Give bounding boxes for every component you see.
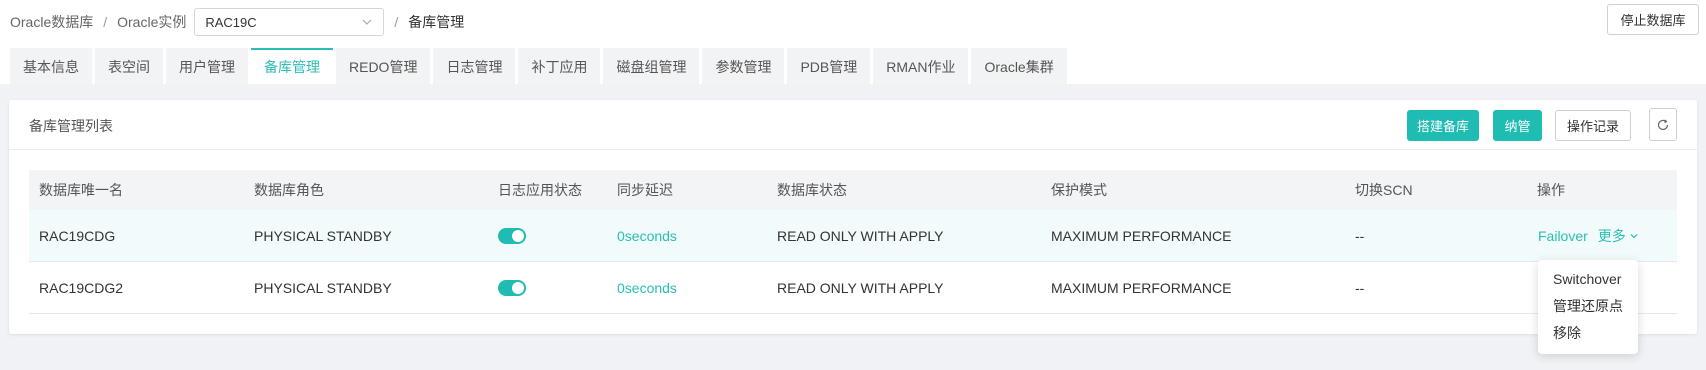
more-label: 更多 <box>1597 227 1626 244</box>
protection-mode: MAXIMUM PERFORMANCE <box>1051 227 1232 244</box>
db-status: READ ONLY WITH APPLY <box>777 279 944 296</box>
more-dropdown-trigger[interactable]: 更多 <box>1598 226 1639 246</box>
operation-log-button[interactable]: 操作记录 <box>1555 110 1631 141</box>
switch-scn: -- <box>1355 279 1365 296</box>
table-row: RAC19CDG2 PHYSICAL STANDBY 0seconds READ… <box>29 262 1677 314</box>
actions-cell: Failover 更多 <box>1538 210 1639 261</box>
breadcrumb: Oracle数据库 / Oracle实例 RAC19C / 备库管理 <box>10 8 464 36</box>
refresh-button[interactable] <box>1649 108 1677 141</box>
breadcrumb-oracle-instance[interactable]: Oracle实例 <box>117 12 186 32</box>
column-header-switch-scn: 切换SCN <box>1355 182 1413 198</box>
table-header: 数据库唯一名 数据库角色 日志应用状态 同步延迟 数据库状态 保护模式 切换SC… <box>29 170 1677 210</box>
apply-status-toggle[interactable] <box>498 279 526 296</box>
tab-diskgroup-management[interactable]: 磁盘组管理 <box>603 48 700 84</box>
breadcrumb-separator: / <box>394 14 399 30</box>
menu-item-switchover[interactable]: Switchover <box>1538 266 1638 293</box>
sync-lag-link[interactable]: 0seconds <box>617 210 677 261</box>
db-status: READ ONLY WITH APPLY <box>777 227 944 244</box>
switch-scn: -- <box>1355 227 1365 244</box>
db-role: PHYSICAL STANDBY <box>254 279 392 296</box>
db-role: PHYSICAL STANDBY <box>254 227 392 244</box>
tab-bar: 基本信息 表空间 用户管理 备库管理 REDO管理 日志管理 补丁应用 磁盘组管… <box>10 48 1067 84</box>
failover-link[interactable]: Failover <box>1538 228 1588 244</box>
column-header-protection-mode: 保护模式 <box>1051 182 1107 198</box>
tab-parameter-management[interactable]: 参数管理 <box>702 48 785 84</box>
card-title: 备库管理列表 <box>29 118 113 134</box>
column-header-sync-lag: 同步延迟 <box>617 182 673 198</box>
column-header-db-unique-name: 数据库唯一名 <box>39 182 123 198</box>
column-header-apply-status: 日志应用状态 <box>498 182 582 198</box>
column-header-db-status: 数据库状态 <box>777 182 847 198</box>
breadcrumb-oracle-db[interactable]: Oracle数据库 <box>10 12 93 32</box>
protection-mode: MAXIMUM PERFORMANCE <box>1051 279 1232 296</box>
breadcrumb-current: 备库管理 <box>408 14 465 30</box>
breadcrumb-separator: / <box>103 14 108 30</box>
column-header-db-role: 数据库角色 <box>254 182 324 198</box>
apply-status-cell <box>498 210 526 261</box>
chevron-down-icon <box>362 19 372 25</box>
standby-table: 数据库唯一名 数据库角色 日志应用状态 同步延迟 数据库状态 保护模式 切换SC… <box>29 170 1677 314</box>
tab-pdb-management[interactable]: PDB管理 <box>787 48 871 84</box>
db-unique-name: RAC19CDG <box>39 227 116 244</box>
top-bar: Oracle数据库 / Oracle实例 RAC19C / 备库管理 停止数据库… <box>0 0 1706 84</box>
tab-oracle-cluster[interactable]: Oracle集群 <box>971 48 1067 84</box>
tab-standby-management[interactable]: 备库管理 <box>251 48 333 84</box>
tab-rman-jobs[interactable]: RMAN作业 <box>873 48 969 84</box>
menu-item-remove[interactable]: 移除 <box>1538 320 1638 347</box>
db-unique-name: RAC19CDG2 <box>39 279 124 296</box>
card-header: 备库管理列表 搭建备库 纳管 操作记录 <box>9 100 1697 150</box>
table-row: RAC19CDG PHYSICAL STANDBY 0seconds READ … <box>29 210 1677 262</box>
chevron-down-icon <box>1630 233 1638 238</box>
tab-tablespace[interactable]: 表空间 <box>95 48 163 84</box>
apply-status-toggle[interactable] <box>498 227 526 244</box>
sync-lag-link[interactable]: 0seconds <box>617 262 677 313</box>
standby-list-card: 备库管理列表 搭建备库 纳管 操作记录 数据库唯一名 数据库角色 日志应用状态 … <box>9 100 1697 334</box>
refresh-icon <box>1657 118 1669 130</box>
tab-log-management[interactable]: 日志管理 <box>433 48 516 84</box>
build-standby-button[interactable]: 搭建备库 <box>1407 110 1479 141</box>
manage-button[interactable]: 纳管 <box>1493 110 1542 141</box>
more-actions-menu: Switchover 管理还原点 移除 <box>1538 260 1638 354</box>
menu-item-manage-restore-points[interactable]: 管理还原点 <box>1538 293 1638 320</box>
instance-select-value: RAC19C <box>205 14 257 30</box>
tab-basic-info[interactable]: 基本信息 <box>10 48 92 84</box>
tab-patch-apply[interactable]: 补丁应用 <box>518 48 601 84</box>
stop-database-button[interactable]: 停止数据库 <box>1607 4 1699 35</box>
instance-select[interactable]: RAC19C <box>194 8 385 36</box>
tab-user-management[interactable]: 用户管理 <box>166 48 248 84</box>
tab-redo-management[interactable]: REDO管理 <box>336 48 431 84</box>
apply-status-cell <box>498 262 526 313</box>
column-header-actions: 操作 <box>1537 182 1565 198</box>
